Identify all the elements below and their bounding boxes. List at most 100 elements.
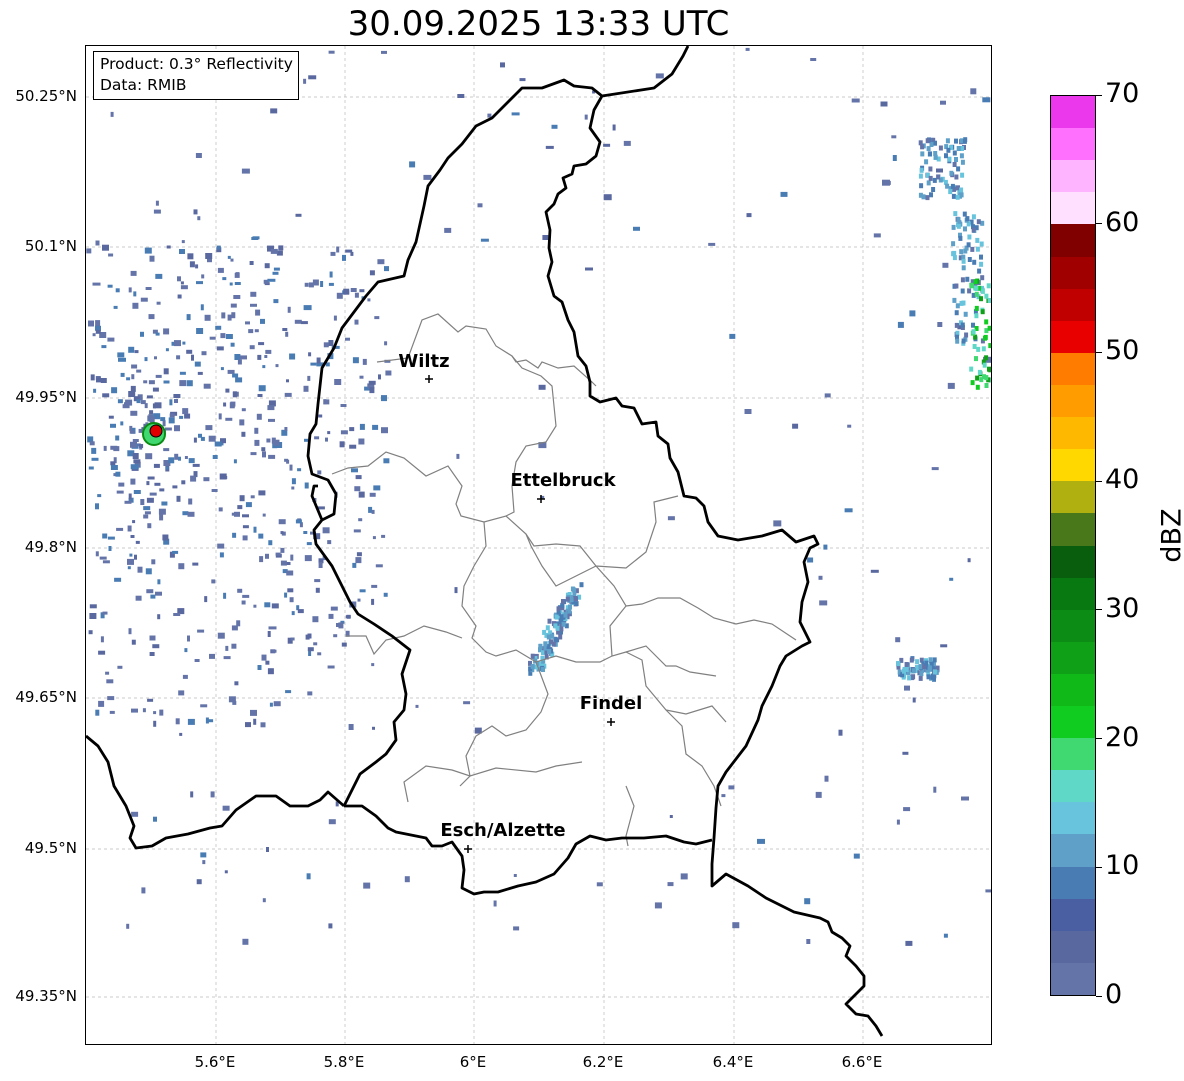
echo-pixel: [187, 253, 194, 260]
colorbar-tick: [1096, 738, 1102, 740]
echo-pixel: [970, 380, 975, 386]
echo-pixel: [100, 636, 104, 643]
district-boundary: [331, 451, 679, 569]
colorbar-segment: [1051, 288, 1095, 321]
echo-pixel: [851, 98, 860, 103]
echo-pixel: [979, 296, 983, 302]
echo-pixel: [967, 558, 971, 563]
echo-pixel: [903, 807, 911, 812]
echo-pixel: [168, 457, 175, 464]
colorbar-tick-label: 30: [1105, 592, 1140, 624]
lat-label: 50.25°N: [15, 87, 77, 105]
echo-pixel: [234, 282, 241, 285]
echo-pixel: [278, 245, 284, 251]
colorbar-tick: [1096, 609, 1102, 611]
echo-pixel: [197, 629, 205, 633]
echo-pixel: [147, 476, 155, 480]
echo-pixel: [143, 380, 148, 384]
echo-pixel: [165, 466, 169, 470]
echo-pixel: [118, 357, 126, 362]
echo-pixel: [178, 563, 185, 570]
luxembourg-border: [306, 78, 603, 807]
echo-pixel: [963, 226, 967, 232]
echo-pixel: [231, 312, 236, 319]
echo-pixel: [975, 237, 980, 243]
echo-pixel: [384, 266, 389, 272]
echo-pixel: [107, 284, 113, 288]
echo-pixel: [140, 499, 145, 505]
echo-pixel: [980, 275, 985, 281]
echo-pixel: [971, 227, 976, 233]
echo-pixel: [931, 187, 936, 192]
echo-pixel: [966, 242, 971, 248]
echo-pixel: [108, 546, 112, 551]
echo-pixel: [383, 592, 388, 597]
echo-pixel: [369, 387, 375, 394]
echo-pixel: [203, 477, 210, 482]
colorbar-tick: [1096, 94, 1102, 96]
echo-pixel: [948, 189, 953, 195]
echo-pixel: [151, 559, 156, 565]
echo-pixel: [149, 410, 154, 415]
echo-pixel: [216, 245, 221, 250]
echo-pixel: [979, 261, 984, 267]
echo-pixel: [327, 431, 331, 435]
echo-pixel: [225, 388, 230, 393]
echo-pixel: [118, 482, 125, 487]
echo-pixel: [265, 660, 270, 665]
colorbar-segment: [1051, 512, 1095, 546]
colorbar-segment: [1051, 127, 1095, 161]
echo-pixel: [904, 685, 910, 691]
echo-pixel: [931, 467, 939, 471]
echo-pixel: [530, 653, 535, 659]
echo-pixel: [143, 514, 149, 519]
echo-pixel: [140, 331, 144, 337]
echo-pixel: [926, 674, 931, 680]
echo-pixel: [102, 244, 109, 251]
echo-pixel: [304, 282, 309, 287]
echo-pixel: [254, 439, 260, 446]
echo-pixel: [313, 642, 318, 646]
echo-pixel: [952, 255, 957, 261]
district-boundary: [403, 761, 583, 803]
echo-pixel: [322, 527, 330, 534]
echo-pixel: [239, 419, 245, 426]
echo-pixel: [959, 249, 964, 255]
echo-pixel: [353, 529, 361, 533]
echo-pixel: [157, 579, 161, 585]
echo-pixel: [110, 461, 116, 466]
echo-pixel: [135, 540, 140, 544]
echo-pixel: [330, 606, 338, 611]
echo-pixel: [792, 423, 799, 429]
echo-pixel: [110, 465, 118, 470]
echo-pixel: [954, 283, 959, 289]
echo-pixel: [130, 410, 138, 416]
echo-pixel: [603, 194, 612, 201]
echo-pixel: [196, 281, 203, 285]
echo-pixel: [156, 301, 161, 305]
echo-pixel: [891, 135, 897, 139]
echo-pixel: [345, 615, 351, 619]
echo-pixel: [107, 696, 115, 701]
echo-pixel: [454, 587, 458, 594]
city-label-ettelbruck: Ettelbruck: [510, 470, 616, 491]
echo-pixel: [101, 345, 107, 349]
echo-pixel: [254, 329, 259, 333]
echo-pixel: [961, 265, 966, 271]
echo-pixel: [953, 211, 958, 217]
echo-pixel: [371, 663, 375, 667]
echo-pixel: [152, 644, 160, 649]
echo-pixel: [146, 481, 150, 486]
city-marker-esch: [464, 845, 472, 853]
echo-pixel: [964, 332, 969, 338]
echo-pixel: [359, 289, 365, 293]
echo-pixel: [262, 451, 266, 458]
echo-pixel: [423, 174, 432, 180]
echo-pixel: [98, 700, 105, 707]
echo-pixel: [902, 668, 906, 674]
colorbar-tick: [1096, 480, 1102, 482]
echo-pixel: [956, 146, 961, 151]
echo-pixel: [327, 665, 335, 669]
colorbar-segment: [1051, 352, 1095, 385]
echo-pixel: [268, 454, 276, 459]
